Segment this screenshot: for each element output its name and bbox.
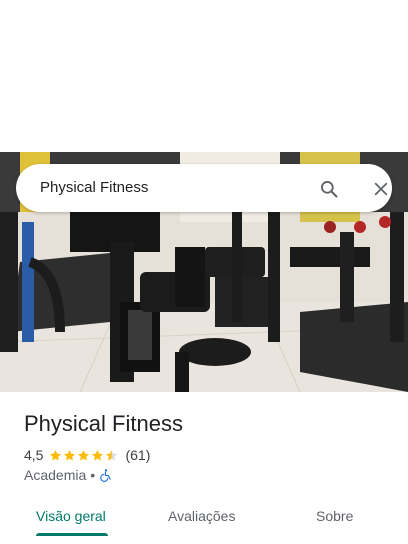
star-rating (49, 449, 119, 462)
tab-overview[interactable]: Visão geral (36, 506, 106, 526)
search-query-text[interactable]: Physical Fitness (40, 178, 148, 198)
tab-bar: Visão geral Avaliações Sobre (0, 496, 408, 544)
category-label: Academia (24, 467, 87, 483)
search-bar[interactable]: Physical Fitness (16, 164, 392, 212)
rating-row[interactable]: 4,5 (61) (24, 446, 150, 464)
search-icon (321, 181, 338, 198)
star-icon (64, 449, 76, 460)
tab-reviews[interactable]: Avaliações (168, 506, 235, 526)
close-button[interactable] (368, 176, 394, 202)
category-row: Academia • (24, 466, 113, 484)
star-icon (50, 449, 62, 460)
rating-value: 4,5 (24, 447, 44, 463)
star-icon (78, 449, 90, 460)
star-icon (92, 449, 104, 460)
active-tab-indicator (36, 533, 108, 536)
half-star-icon (106, 449, 118, 460)
blank-map-area (0, 0, 408, 152)
wheelchair-icon (100, 469, 111, 482)
place-title: Physical Fitness (24, 411, 183, 436)
close-icon (374, 182, 388, 196)
separator-dot: • (90, 467, 96, 483)
review-count[interactable]: (61) (125, 447, 150, 463)
place-info-panel: Physical Fitness 4,5 (61) Academia • Vis… (0, 392, 408, 544)
search-button[interactable] (316, 176, 342, 202)
tab-about[interactable]: Sobre (316, 506, 353, 526)
